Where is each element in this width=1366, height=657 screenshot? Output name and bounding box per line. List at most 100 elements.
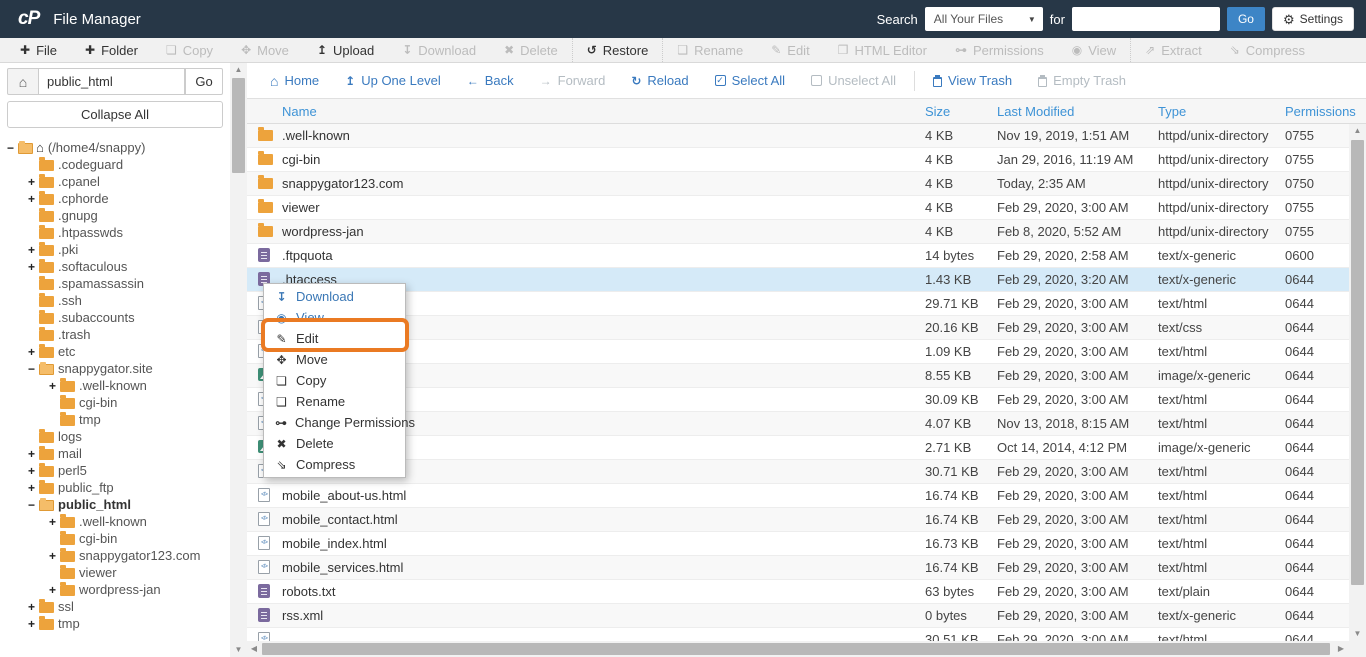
tree-expander[interactable]: + (28, 481, 39, 495)
tree-item[interactable]: ⌂ tmp (7, 411, 223, 428)
context-menu-item[interactable]: Edit (264, 328, 405, 349)
nav-item[interactable]: Home (257, 73, 332, 88)
nav-item[interactable]: Back (454, 73, 527, 88)
toolbar-item[interactable]: Upload (303, 38, 388, 62)
tree-item[interactable]: − ⌂ public_html (7, 496, 223, 513)
nav-item[interactable]: Up One Level (332, 73, 454, 88)
scrollbar-thumb[interactable] (232, 78, 245, 173)
tree-item[interactable]: ⌂ .codeguard (7, 156, 223, 173)
tree-item[interactable]: + ⌂ .softaculous (7, 258, 223, 275)
file-name[interactable]: viewer (282, 196, 320, 219)
scrollbar-thumb[interactable] (1351, 140, 1364, 585)
toolbar-item[interactable]: Copy (152, 38, 227, 62)
context-menu-item[interactable]: Rename (264, 391, 405, 412)
tree-expander[interactable]: − (7, 141, 18, 155)
scroll-up-arrow[interactable]: ▲ (1349, 124, 1366, 138)
nav-item[interactable]: Select All (702, 73, 798, 88)
table-row[interactable]: viewer 4 KB Feb 29, 2020, 3:00 AM httpd/… (247, 196, 1366, 220)
toolbar-item[interactable]: Folder (71, 38, 152, 62)
nav-item[interactable]: Forward (527, 73, 619, 88)
collapse-all-button[interactable]: Collapse All (7, 101, 223, 128)
table-row[interactable]: robots.txt 63 bytes Feb 29, 2020, 3:00 A… (247, 580, 1366, 604)
context-menu-item[interactable]: Move (264, 349, 405, 370)
tree-expander[interactable]: − (28, 362, 39, 376)
tree-item[interactable]: + ⌂ .pki (7, 241, 223, 258)
tree-item[interactable]: ⌂ cgi-bin (7, 394, 223, 411)
tree-expander[interactable]: + (28, 175, 39, 189)
path-input[interactable] (39, 68, 185, 95)
context-menu-item[interactable]: Download (264, 286, 405, 307)
tree-item[interactable]: ⌂ .ssh (7, 292, 223, 309)
context-menu-item[interactable]: Compress (264, 454, 405, 475)
table-row[interactable]: mobile_services.html 16.74 KB Feb 29, 20… (247, 556, 1366, 580)
table-row[interactable]: mobile_contact.html 16.74 KB Feb 29, 202… (247, 508, 1366, 532)
column-header-size[interactable]: Size (925, 99, 950, 124)
toolbar-item[interactable]: File (6, 38, 71, 62)
tree-item[interactable]: ⌂ .htpasswds (7, 224, 223, 241)
scroll-down-arrow[interactable]: ▼ (230, 643, 247, 657)
tree-expander[interactable]: + (28, 617, 39, 631)
tree-expander[interactable]: + (49, 583, 60, 597)
tree-item[interactable]: ⌂ .trash (7, 326, 223, 343)
table-row[interactable]: snappygator123.com 4 KB Today, 2:35 AM h… (247, 172, 1366, 196)
search-input[interactable] (1072, 7, 1220, 31)
search-scope-select[interactable]: All Your Files ▼ (925, 7, 1043, 31)
tree-expander[interactable]: + (28, 192, 39, 206)
table-horizontal-scrollbar[interactable]: ◀ ▶ (247, 641, 1366, 657)
context-menu-item[interactable]: Delete (264, 433, 405, 454)
table-row[interactable]: 30.71 KB Feb 29, 2020, 3:00 AM text/html… (247, 460, 1366, 484)
nav-item[interactable]: Unselect All (798, 73, 909, 88)
tree-expander[interactable]: + (28, 447, 39, 461)
table-row[interactable]: 30.51 KB Feb 29, 2020, 3:00 AM text/html… (247, 628, 1366, 641)
tree-item[interactable]: + ⌂ perl5 (7, 462, 223, 479)
file-name[interactable]: wordpress-jan (282, 220, 364, 243)
tree-item[interactable]: ⌂ .spamassassin (7, 275, 223, 292)
table-row[interactable]: 30.09 KB Feb 29, 2020, 3:00 AM text/html… (247, 388, 1366, 412)
file-name[interactable]: snappygator123.com (282, 172, 403, 195)
tree-expander[interactable]: + (28, 464, 39, 478)
nav-trash-item[interactable]: View Trash (920, 73, 1025, 88)
toolbar-item[interactable]: Download (388, 38, 490, 62)
toolbar-item[interactable]: Restore (572, 38, 663, 62)
table-row[interactable]: .well-known 4 KB Nov 19, 2019, 1:51 AM h… (247, 124, 1366, 148)
sidebar-scrollbar[interactable]: ▲ ▼ (230, 63, 247, 657)
toolbar-item[interactable]: Rename (662, 38, 757, 62)
tree-item[interactable]: + ⌂ mail (7, 445, 223, 462)
table-row[interactable]: 2.71 KB Oct 14, 2014, 4:12 PM image/x-ge… (247, 436, 1366, 460)
tree-item[interactable]: ⌂ cgi-bin (7, 530, 223, 547)
tree-item[interactable]: + ⌂ snappygator123.com (7, 547, 223, 564)
file-name[interactable]: .ftpquota (282, 244, 333, 267)
file-name[interactable]: rss.xml (282, 604, 323, 627)
table-row[interactable]: 8.55 KB Feb 29, 2020, 3:00 AM image/x-ge… (247, 364, 1366, 388)
file-name[interactable]: .well-known (282, 124, 350, 147)
tree-item[interactable]: + ⌂ .well-known (7, 513, 223, 530)
tree-item[interactable]: − ⌂ snappygator.site (7, 360, 223, 377)
column-header-last-modified[interactable]: Last Modified (997, 99, 1074, 124)
settings-button[interactable]: Settings (1272, 7, 1354, 31)
toolbar-item[interactable]: Move (227, 38, 303, 62)
table-row[interactable]: .ftpquota 14 bytes Feb 29, 2020, 2:58 AM… (247, 244, 1366, 268)
table-row[interactable]: cgi-bin 4 KB Jan 29, 2016, 11:19 AM http… (247, 148, 1366, 172)
tree-expander[interactable]: + (28, 345, 39, 359)
tree-item[interactable]: + ⌂ public_ftp (7, 479, 223, 496)
nav-item[interactable]: Reload (618, 73, 701, 88)
toolbar-item[interactable]: Delete (490, 38, 572, 62)
tree-item[interactable]: + ⌂ ssl (7, 598, 223, 615)
table-row[interactable]: wordpress-jan 4 KB Feb 8, 2020, 5:52 AM … (247, 220, 1366, 244)
column-header-type[interactable]: Type (1158, 99, 1186, 124)
tree-item[interactable]: ⌂ .gnupg (7, 207, 223, 224)
nav-trash-item[interactable]: Empty Trash (1025, 73, 1139, 88)
file-name[interactable]: mobile_index.html (282, 532, 387, 555)
column-header-name[interactable]: Name (282, 99, 317, 124)
file-name[interactable]: mobile_services.html (282, 556, 403, 579)
search-go-button[interactable]: Go (1227, 7, 1265, 31)
scroll-down-arrow[interactable]: ▼ (1349, 627, 1366, 641)
tree-expander[interactable]: + (28, 600, 39, 614)
table-row[interactable]: mobile_about-us.html 16.74 KB Feb 29, 20… (247, 484, 1366, 508)
scroll-up-arrow[interactable]: ▲ (230, 63, 247, 77)
tree-item[interactable]: ⌂ logs (7, 428, 223, 445)
tree-item[interactable]: + ⌂ tmp (7, 615, 223, 632)
tree-expander[interactable]: + (28, 243, 39, 257)
toolbar-item[interactable]: Extract (1130, 38, 1216, 62)
scrollbar-thumb[interactable] (262, 643, 1330, 655)
